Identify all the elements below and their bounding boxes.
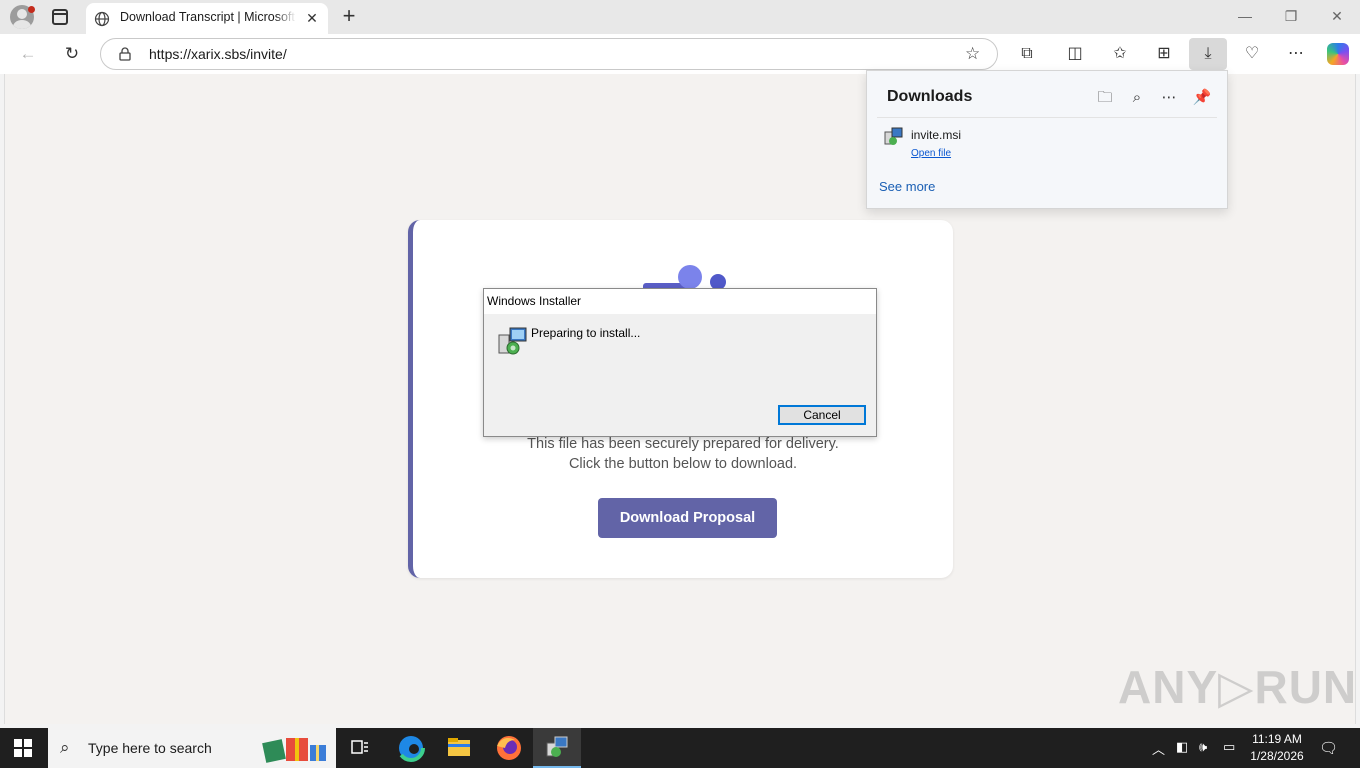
install-status-text: Preparing to install... (531, 326, 641, 340)
message-line-1: This file has been securely prepared for… (527, 436, 839, 452)
navigation-bar: ← ↻ https://xarix.sbs/invite/ ☆ ⧉ ◫ ✩ ⊞ … (0, 34, 1360, 74)
task-view-icon[interactable] (336, 728, 384, 768)
volume-icon[interactable]: 🕪 (1199, 739, 1207, 755)
tab-close-icon[interactable]: ✕ (304, 10, 320, 26)
meet-now-icon[interactable]: ◧ (1176, 739, 1188, 755)
more-icon[interactable]: ⋯ (1157, 86, 1181, 110)
copilot-icon[interactable] (1327, 43, 1349, 65)
collections-icon[interactable]: ⊞ (1150, 40, 1178, 68)
logo-dot-large (678, 265, 702, 289)
downloads-title: Downloads (887, 88, 973, 105)
downloads-icon[interactable]: ⤓ (1189, 38, 1227, 70)
search-icon: ⌕ (60, 738, 70, 757)
new-tab-button[interactable]: + (338, 5, 360, 27)
lock-icon[interactable] (119, 47, 131, 61)
url-text[interactable]: https://xarix.sbs/invite/ (149, 46, 287, 62)
search-placeholder: Type here to search (88, 740, 212, 756)
tab-title: Download Transcript | Microsoft Teams (120, 10, 296, 24)
anyrun-watermark: ANY▷RUN (1118, 661, 1358, 713)
restore-button[interactable]: ❐ (1279, 6, 1303, 26)
clock-date: 1/28/2026 (1250, 749, 1304, 763)
see-more-link[interactable]: See more (879, 179, 935, 194)
notifications-icon[interactable]: 🗨 (1319, 739, 1338, 757)
download-proposal-button[interactable]: Download Proposal (598, 498, 777, 538)
taskbar: ⌕ Type here to search ︿ ◧ 🕪 ▭ 11:19 AM 1… (0, 728, 1360, 768)
tab-actions-icon[interactable] (52, 9, 68, 25)
minimize-button[interactable]: — (1233, 6, 1257, 26)
search-icon[interactable]: ⌕ (1125, 86, 1149, 110)
browser-essentials-icon[interactable]: ♡ (1238, 40, 1266, 68)
downloads-panel: Downloads 🗀 ⌕ ⋯ 📌 invite.msi Open file S… (866, 70, 1228, 209)
extensions-icon[interactable]: ⧉ (1013, 40, 1041, 68)
windows-start-icon[interactable] (14, 739, 32, 757)
back-arrow-icon[interactable]: ← (16, 42, 40, 66)
panel-divider (877, 117, 1217, 118)
search-highlight-gifts-icon (262, 738, 326, 763)
open-file-link[interactable]: Open file (911, 148, 951, 159)
message-line-2: Click the button below to download. (568, 456, 798, 472)
tab-active[interactable]: Download Transcript | Microsoft Teams ✕ (86, 3, 328, 34)
favorites-icon[interactable]: ✩ (1106, 40, 1134, 68)
taskbar-search-box[interactable]: ⌕ Type here to search (48, 728, 336, 768)
installer-icon (498, 327, 527, 355)
address-bar[interactable]: https://xarix.sbs/invite/ ☆ (100, 38, 998, 70)
refresh-icon[interactable]: ↻ (60, 42, 84, 66)
profile-notification-dot (28, 6, 35, 13)
firefox-icon[interactable] (485, 728, 533, 768)
clock-time: 11:19 AM (1252, 732, 1302, 746)
network-icon[interactable]: ▭ (1223, 739, 1235, 755)
pin-icon[interactable]: 📌 (1190, 86, 1214, 110)
show-hidden-icons-chevron-icon[interactable]: ︿ (1152, 739, 1165, 758)
file-explorer-icon[interactable] (435, 728, 483, 768)
more-options-icon[interactable]: ⋯ (1282, 40, 1310, 68)
favorite-star-icon[interactable]: ☆ (965, 44, 980, 64)
edge-browser-icon[interactable] (387, 728, 435, 768)
dialog-title: Windows Installer (484, 289, 876, 314)
globe-icon (94, 11, 110, 27)
close-window-button[interactable]: ✕ (1325, 6, 1349, 26)
taskbar-clock[interactable]: 11:19 AM 1/28/2026 (1246, 731, 1308, 765)
cancel-button[interactable]: Cancel (778, 405, 866, 425)
tab-bar: Download Transcript | Microsoft Teams ✕ … (0, 0, 1360, 34)
windows-installer-taskbar-icon[interactable] (533, 728, 581, 768)
download-file-name[interactable]: invite.msi (911, 128, 961, 142)
split-screen-icon[interactable]: ◫ (1061, 40, 1089, 68)
open-folder-icon[interactable]: 🗀 (1093, 86, 1117, 110)
windows-installer-dialog: Windows Installer Preparing to install..… (483, 288, 877, 437)
msi-file-icon (884, 127, 903, 145)
